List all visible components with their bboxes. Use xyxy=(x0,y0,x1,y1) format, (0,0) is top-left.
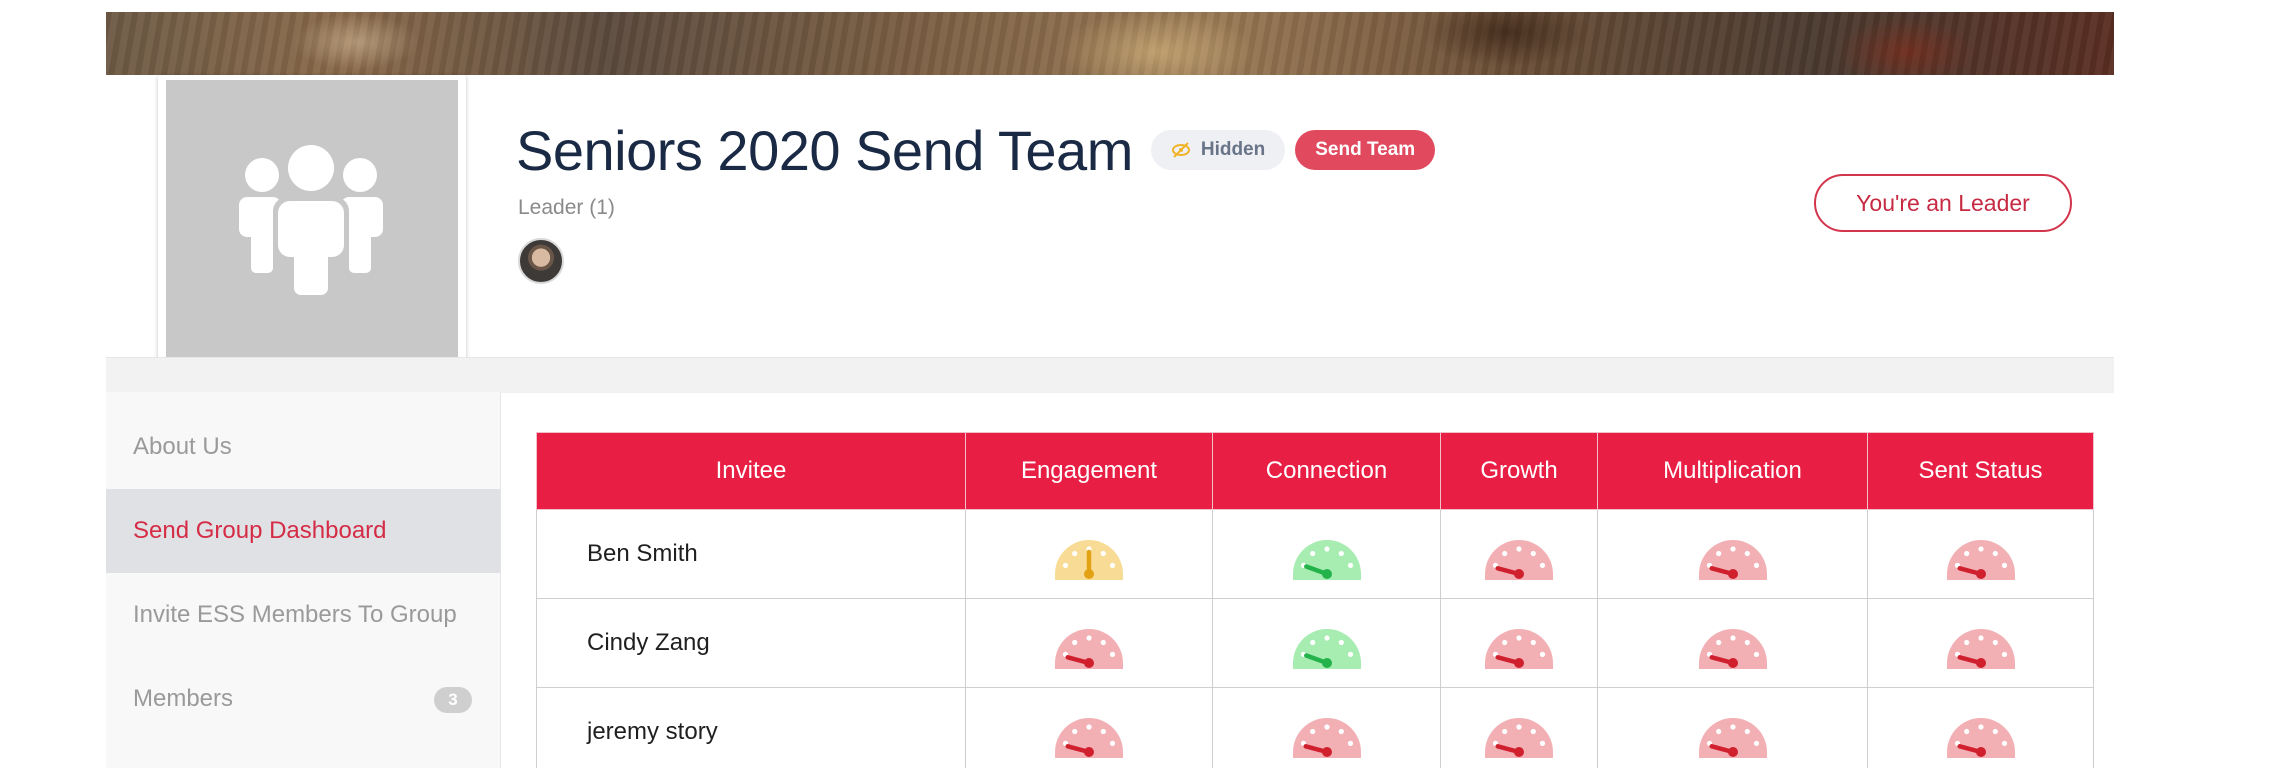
gauge-icon-red xyxy=(1053,702,1125,762)
gauge-icon-red xyxy=(1697,613,1769,673)
sidebar-item-invite-members[interactable]: Invite ESS Members To Group xyxy=(106,573,500,657)
column-header-sent-status[interactable]: Sent Status xyxy=(1867,432,2094,510)
gauge-icon-green xyxy=(1291,524,1363,584)
sidebar: About Us Send Group Dashboard Invite ESS… xyxy=(106,392,501,768)
group-avatar xyxy=(158,75,466,377)
column-header-multiplication[interactable]: Multiplication xyxy=(1597,432,1868,510)
group-people-icon xyxy=(239,145,383,295)
group-type-badge: Send Team xyxy=(1295,130,1436,170)
gauge-icon-red xyxy=(1697,702,1769,762)
table-row[interactable]: Ben Smith xyxy=(536,509,2094,599)
gauge-icon-red xyxy=(1483,613,1555,673)
gauge-icon-red xyxy=(1053,613,1125,673)
column-header-engagement[interactable]: Engagement xyxy=(965,432,1213,510)
page-title: Seniors 2020 Send Team xyxy=(516,118,1133,182)
leader-label: Leader (1) xyxy=(518,196,615,219)
leader-status-button[interactable]: You're an Leader xyxy=(1814,174,2072,232)
gauge-icon-red xyxy=(1945,613,2017,673)
gauge-icon-red xyxy=(1291,702,1363,762)
invitee-name: jeremy story xyxy=(536,687,966,768)
header-divider xyxy=(106,357,2114,393)
members-count-badge: 3 xyxy=(434,687,472,713)
gauge-icon-red xyxy=(1483,702,1555,762)
leader-avatar[interactable] xyxy=(518,238,564,284)
cover-banner xyxy=(106,12,2114,75)
sidebar-item-members[interactable]: Members 3 xyxy=(106,657,500,741)
eye-slash-icon xyxy=(1171,142,1190,158)
invitee-name: Ben Smith xyxy=(536,509,966,599)
sidebar-item-send-group-dashboard[interactable]: Send Group Dashboard xyxy=(106,489,500,573)
gauge-icon-red xyxy=(1945,524,2017,584)
gauge-icon-red xyxy=(1945,702,2017,762)
sidebar-item-about-us[interactable]: About Us xyxy=(106,405,500,489)
table-header-row: Invitee Engagement Connection Growth Mul… xyxy=(536,432,2094,510)
column-header-connection[interactable]: Connection xyxy=(1212,432,1441,510)
column-header-growth[interactable]: Growth xyxy=(1440,432,1598,510)
hidden-badge: Hidden xyxy=(1150,130,1286,170)
table-row[interactable]: jeremy story xyxy=(536,687,2094,768)
table-row[interactable]: Cindy Zang xyxy=(536,598,2094,688)
column-header-invitee[interactable]: Invitee xyxy=(536,432,966,510)
gauge-icon-yellow xyxy=(1053,524,1125,584)
gauge-icon-red xyxy=(1483,524,1555,584)
dashboard-table: Invitee Engagement Connection Growth Mul… xyxy=(536,432,2094,768)
gauge-icon-red xyxy=(1697,524,1769,584)
invitee-name: Cindy Zang xyxy=(536,598,966,688)
group-header: Seniors 2020 Send Team Hidden Send Team … xyxy=(106,75,2114,377)
group-page: Seniors 2020 Send Team Hidden Send Team … xyxy=(106,12,2114,768)
gauge-icon-green xyxy=(1291,613,1363,673)
